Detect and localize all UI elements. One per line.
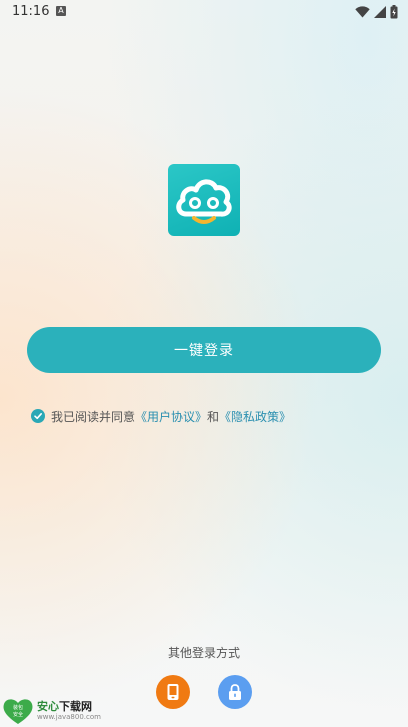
watermark-title-suffix: 下载网	[59, 699, 92, 713]
agreement-checkbox[interactable]	[31, 409, 45, 423]
watermark-logo: 装包 安全 安心下载网 www.java800.com	[2, 697, 101, 725]
user-agreement-link[interactable]: 《用户协议》	[135, 408, 207, 425]
cloud-smile-logo-icon	[176, 179, 232, 224]
heart-shield-watermark-icon: 装包 安全	[3, 699, 33, 724]
status-time: 11:16	[12, 4, 50, 19]
watermark-title-main: 安心	[37, 699, 59, 713]
agreement-prefix: 我已阅读并同意	[51, 409, 136, 424]
lock-icon	[229, 684, 241, 700]
one-click-login-button[interactable]: 一键登录	[27, 327, 381, 373]
signal-icon	[374, 6, 386, 18]
watermark-title: 安心下载网	[37, 699, 101, 713]
other-login-title: 其他登录方式	[167, 646, 240, 660]
watermark-badge-top: 装包	[13, 704, 23, 711]
agreement-row: 我已阅读并同意 《用户协议》 和 《隐私政策》	[31, 407, 291, 425]
status-bar: 11:16 A	[0, 0, 408, 24]
notification-a-icon: A	[56, 6, 66, 16]
password-login-button[interactable]	[218, 675, 252, 709]
agreement-conjunction: 和	[207, 409, 220, 424]
phone-icon	[167, 684, 179, 700]
status-icons	[355, 4, 398, 20]
check-icon	[34, 413, 42, 420]
watermark-url: www.java800.com	[37, 712, 101, 721]
privacy-policy-link[interactable]: 《隐私政策》	[219, 408, 291, 425]
wifi-icon	[355, 6, 370, 18]
watermark-text: 安心下载网 www.java800.com	[37, 699, 101, 722]
battery-icon	[390, 5, 398, 19]
app-logo	[168, 164, 240, 236]
watermark-badge-bottom: 安全	[13, 711, 23, 718]
phone-login-button[interactable]	[156, 675, 190, 709]
